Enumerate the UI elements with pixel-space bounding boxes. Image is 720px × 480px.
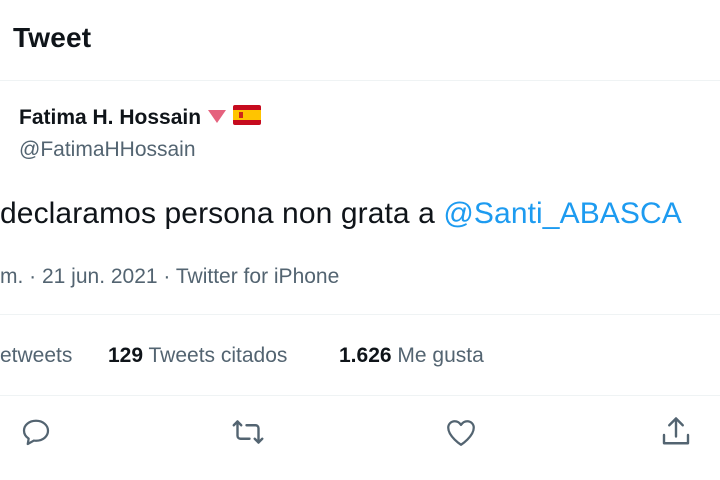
- like-button[interactable]: [443, 414, 479, 450]
- reply-icon: [22, 419, 50, 446]
- tweet-page: Tweet Fatima H. Hossain @FatimaHHossain …: [0, 0, 720, 480]
- retweet-button[interactable]: [230, 414, 266, 450]
- divider: [0, 314, 720, 315]
- quotes-stat[interactable]: 129 Tweets citados: [108, 344, 287, 368]
- author-name[interactable]: Fatima H. Hossain: [19, 105, 262, 131]
- red-triangle-icon: [207, 106, 227, 130]
- quotes-label: Tweets citados: [148, 344, 288, 367]
- retweets-stat[interactable]: etweets: [0, 344, 72, 368]
- spain-flag-icon: [233, 105, 262, 131]
- likes-count: 1.626: [339, 344, 392, 367]
- divider: [0, 395, 720, 396]
- tweet-text-body: declaramos persona non grata a: [0, 197, 444, 230]
- author-handle[interactable]: @FatimaHHossain: [19, 138, 196, 162]
- likes-stat[interactable]: 1.626 Me gusta: [339, 344, 484, 368]
- likes-label: Me gusta: [397, 344, 484, 367]
- page-header: Tweet: [0, 0, 720, 81]
- retweets-label: etweets: [0, 344, 73, 367]
- author-name-text: Fatima H. Hossain: [19, 106, 202, 129]
- like-icon: [447, 420, 475, 446]
- retweet-icon: [232, 420, 264, 444]
- tweet-text: declaramos persona non grata a @Santi_AB…: [0, 197, 682, 231]
- page-title: Tweet: [13, 22, 92, 53]
- mention-link[interactable]: @Santi_ABASCA: [443, 197, 682, 230]
- share-button[interactable]: [658, 414, 694, 450]
- share-icon: [662, 417, 690, 445]
- quotes-count: 129: [108, 344, 144, 367]
- reply-button[interactable]: [18, 414, 54, 450]
- tweet-meta[interactable]: m. · 21 jun. 2021 · Twitter for iPhone: [0, 265, 339, 289]
